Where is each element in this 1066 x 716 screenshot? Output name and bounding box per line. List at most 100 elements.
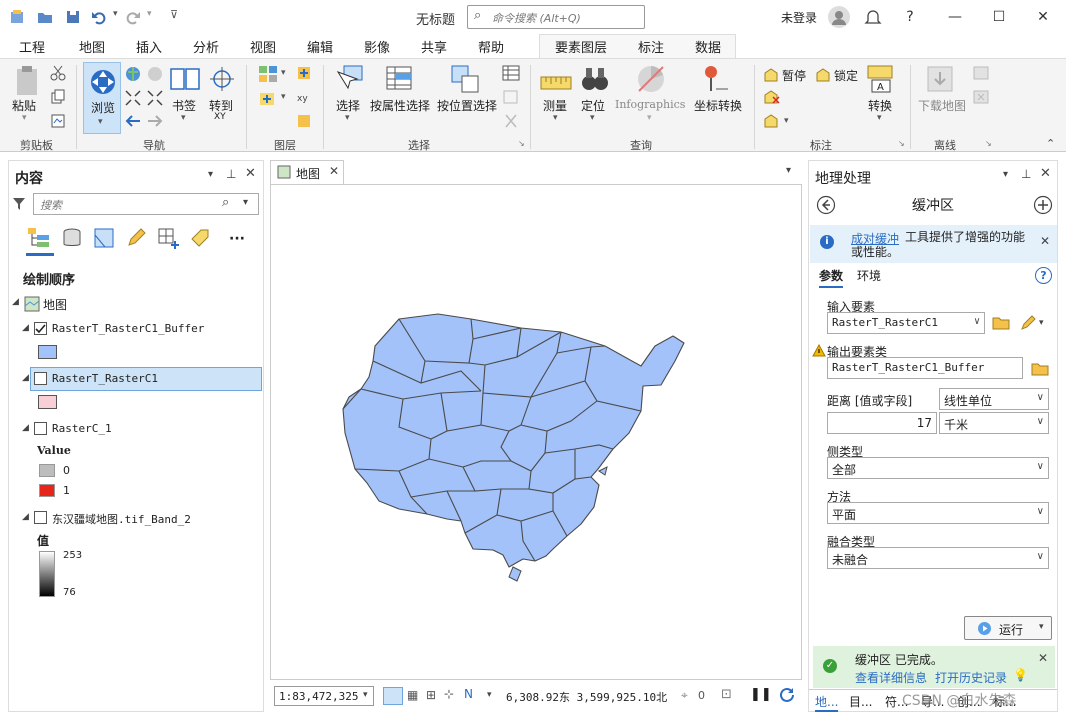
close-pane-icon[interactable]: ✕	[245, 166, 256, 181]
goto-xy-icon[interactable]	[208, 65, 236, 93]
help-icon[interactable]: ?	[899, 6, 921, 28]
lock-labels-button[interactable]: 锁定	[834, 67, 858, 84]
pause-icon[interactable]: ❚❚	[750, 687, 772, 702]
constraint-icon[interactable]: ⊹	[444, 687, 454, 701]
tab-share[interactable]: 共享	[421, 37, 447, 56]
view-details-link[interactable]: 查看详细信息	[855, 669, 927, 686]
select-by-location-icon[interactable]	[450, 64, 480, 94]
cut-icon[interactable]	[50, 65, 66, 81]
expand-layer-icon[interactable]: ◢	[22, 373, 29, 383]
list-by-labeling-icon[interactable]	[189, 227, 211, 249]
layer-symbol-swatch[interactable]	[38, 345, 57, 359]
tab-edit[interactable]: 编辑	[307, 37, 333, 56]
output-features-field[interactable]: RasterT_RasterC1_Buffer	[827, 357, 1023, 379]
snapping-icon[interactable]: ⊞	[426, 688, 436, 702]
contents-search-input[interactable]: 搜索 ⌕ ▾	[33, 193, 259, 215]
chevron-down-icon[interactable]: ∨	[1037, 551, 1044, 562]
pane-menu-icon[interactable]: ▾	[208, 169, 213, 180]
tab-overflow-icon[interactable]: ▾	[786, 165, 791, 176]
convert-labels-icon[interactable]: A	[866, 64, 896, 94]
tab-environments[interactable]: 环境	[857, 267, 881, 284]
convert-coordinates-icon[interactable]	[700, 63, 730, 95]
next-extent-icon[interactable]	[146, 113, 164, 129]
lock-label-icon[interactable]	[815, 67, 831, 83]
distance-value-input[interactable]: 17	[827, 412, 937, 434]
maximize-button[interactable]: ☐	[988, 6, 1010, 28]
measure-button[interactable]: 测量	[543, 97, 567, 114]
scale-dropdown-icon[interactable]: ▾	[363, 690, 368, 700]
locate-binoculars-icon[interactable]	[580, 64, 610, 94]
command-search[interactable]: ⌕ 命令搜索 (Alt+Q)	[467, 5, 645, 29]
select-icon[interactable]	[334, 64, 364, 94]
side-type-combo[interactable]: 全部 ∨	[827, 457, 1049, 479]
tab-labeling[interactable]: 标注	[638, 37, 664, 56]
full-extent-icon[interactable]	[124, 65, 142, 83]
customize-qat-icon[interactable]: ⊽	[170, 8, 178, 21]
north-arrow-icon[interactable]: N	[464, 687, 473, 701]
scale-combo[interactable]: 1:83,472,325 ▾	[274, 686, 374, 706]
layer-name[interactable]: RasterT_RasterC1_Buffer	[52, 322, 204, 335]
filter-icon[interactable]	[12, 197, 26, 211]
tab-catalog[interactable]: 目...	[849, 693, 872, 710]
refresh-icon[interactable]	[778, 686, 796, 704]
layer-visibility-checkbox[interactable]	[34, 422, 47, 435]
tab-geoprocessing[interactable]: 地...	[815, 693, 839, 712]
chevron-down-icon[interactable]: ∨	[1037, 506, 1044, 517]
close-pane-icon[interactable]: ✕	[1040, 166, 1051, 181]
select-button[interactable]: 选择	[336, 97, 360, 114]
selected-features-icon[interactable]: ⌖	[681, 688, 688, 703]
add-preset-dropdown-icon[interactable]: ▾	[281, 92, 286, 102]
avatar[interactable]	[828, 6, 850, 28]
bookmarks-icon[interactable]	[169, 65, 201, 93]
tab-feature-layer[interactable]: 要素图层	[555, 37, 607, 56]
tab-view[interactable]: 视图	[250, 37, 276, 56]
tab-data[interactable]: 数据	[695, 37, 721, 56]
open-folder-icon[interactable]	[36, 8, 54, 26]
close-button[interactable]: ✕	[1032, 6, 1054, 28]
chevron-down-icon[interactable]: ∨	[1037, 461, 1044, 472]
run-button[interactable]: 运行 ▾	[964, 616, 1052, 640]
layer-name[interactable]: RasterT_RasterC1	[52, 372, 158, 385]
redo-dropdown-icon[interactable]: ▾	[147, 9, 152, 19]
new-project-icon[interactable]	[8, 8, 26, 26]
convert-labels-button[interactable]: 转换	[868, 97, 892, 114]
bookmarks-button[interactable]: 书签	[172, 97, 196, 114]
pause-drawing-icon[interactable]: ⊡	[721, 687, 732, 702]
layer-symbol-swatch[interactable]	[38, 395, 57, 409]
infographics-dropdown-icon[interactable]: ▾	[647, 113, 652, 123]
tab-analysis[interactable]: 分析	[193, 37, 219, 56]
undo-icon[interactable]	[90, 8, 108, 26]
add-graphics-layer-icon[interactable]: xy	[296, 89, 312, 105]
legend-class-swatch[interactable]	[39, 484, 55, 497]
remove-offline-icon[interactable]	[972, 89, 990, 105]
minimize-button[interactable]: —	[944, 6, 966, 28]
tab-help[interactable]: 帮助	[478, 37, 504, 56]
notification-bell-icon[interactable]	[864, 7, 882, 27]
help-icon[interactable]: ?	[1035, 267, 1052, 284]
map-view-tab[interactable]: 地图 ✕	[270, 160, 344, 184]
tab-project[interactable]: 工程	[19, 37, 45, 56]
browse-folder-icon[interactable]	[992, 315, 1010, 331]
layer-name[interactable]: 东汉疆域地图.tif_Band_2	[52, 511, 191, 527]
basemap-dropdown-icon[interactable]: ▾	[281, 68, 286, 78]
tab-parameters[interactable]: 参数	[819, 267, 844, 288]
explore-button[interactable]: 浏览 ▾	[83, 62, 121, 134]
layer-visibility-checkbox[interactable]	[34, 322, 47, 335]
add-preset-icon[interactable]	[258, 89, 278, 107]
login-status[interactable]: 未登录	[781, 9, 817, 26]
list-by-data-source-icon[interactable]	[61, 227, 83, 249]
search-icon[interactable]: ⌕	[222, 195, 229, 210]
zoom-out-arrows-icon[interactable]	[146, 89, 164, 107]
labeling-options-launcher-icon[interactable]: ↘	[898, 139, 905, 148]
layer-visibility-checkbox[interactable]	[34, 511, 47, 524]
map-canvas[interactable]	[270, 184, 802, 680]
list-by-drawing-order-icon[interactable]	[27, 227, 51, 249]
save-icon[interactable]	[64, 8, 82, 26]
select-by-location-button[interactable]: 按位置选择	[437, 97, 497, 114]
copy-path-icon[interactable]	[50, 113, 66, 129]
options-dropdown-icon[interactable]: ▾	[487, 690, 492, 700]
zoom-to-selection-icon[interactable]	[502, 89, 520, 105]
layer-name[interactable]: RasterC_1	[52, 422, 112, 435]
download-map-button[interactable]: 下载地图	[918, 97, 966, 114]
previous-extent-icon[interactable]	[124, 113, 142, 129]
